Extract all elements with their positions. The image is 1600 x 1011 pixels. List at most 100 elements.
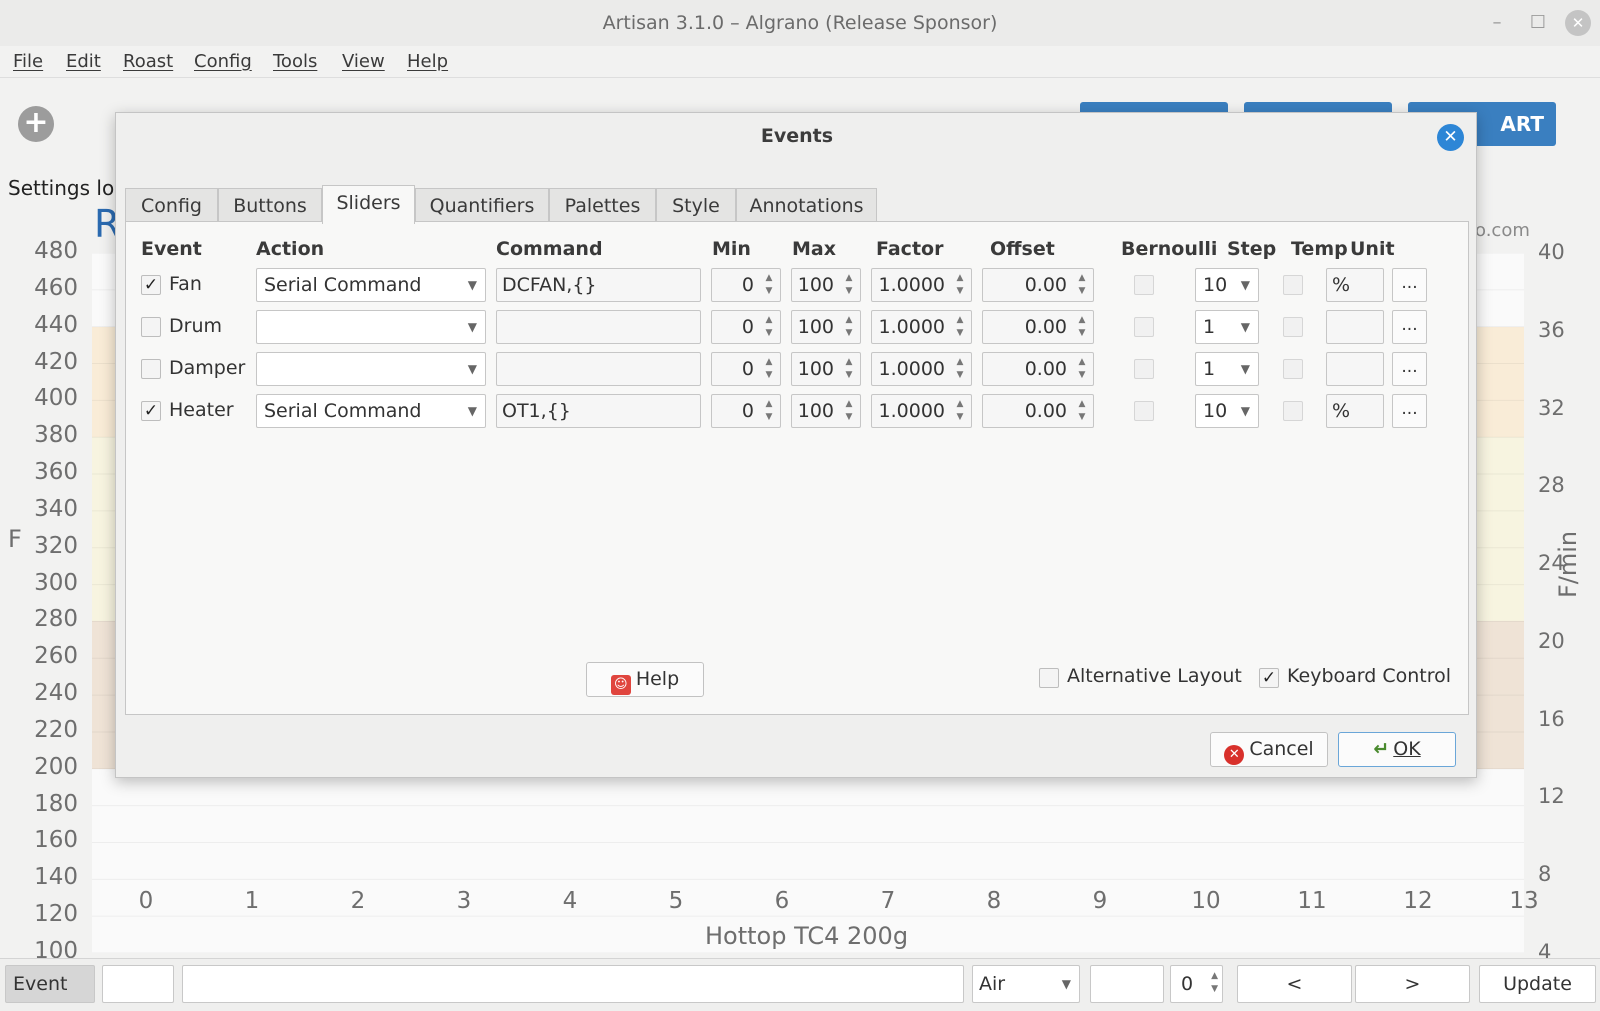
fan-action-select[interactable]: Serial Command ▼ — [256, 268, 486, 302]
tab-buttons[interactable]: Buttons — [218, 188, 322, 223]
previous-event-button[interactable]: < — [1237, 965, 1352, 1003]
heater-more-button[interactable]: ... — [1392, 394, 1427, 428]
fan-more-button[interactable]: ... — [1392, 268, 1427, 302]
window-close-button[interactable]: ✕ — [1565, 10, 1591, 36]
alternative-layout-checkbox[interactable] — [1039, 668, 1059, 688]
keyboard-control-checkbox[interactable]: ✓ — [1259, 668, 1279, 688]
cancel-button[interactable]: ✕ Cancel — [1210, 732, 1328, 767]
fan-step-select[interactable]: 10 ▼ — [1195, 268, 1259, 302]
tab-style[interactable]: Style — [656, 188, 736, 223]
tab-sliders[interactable]: Sliders — [322, 185, 415, 224]
tab-quantifiers[interactable]: Quantifiers — [415, 188, 549, 223]
fan-min-stepper[interactable]: 0 ▲ ▼ — [711, 268, 781, 302]
heater-min-stepper[interactable]: 0 ▲ ▼ — [711, 394, 781, 428]
drum-bernoulli-checkbox[interactable] — [1134, 317, 1154, 337]
menu-config[interactable]: Config — [194, 51, 252, 72]
checkmark-icon: ✓ — [143, 401, 159, 421]
spin-arrows-icon: ▲ ▼ — [1078, 315, 1086, 338]
drum-unit-input[interactable] — [1326, 310, 1384, 344]
y2-tick-label: 40 — [1538, 240, 1565, 264]
fan-max-stepper[interactable]: 100 ▲ ▼ — [791, 268, 861, 302]
tab-palettes[interactable]: Palettes — [549, 188, 656, 223]
close-icon[interactable]: ✕ — [1437, 124, 1464, 151]
drum-command-input[interactable] — [496, 310, 701, 344]
fan-min-value: 0 — [741, 274, 754, 296]
damper-action-select[interactable]: ▼ — [256, 352, 486, 386]
keyboard-control-label: Keyboard Control — [1287, 665, 1452, 687]
window-title: Artisan 3.1.0 – Algrano (Release Sponsor… — [602, 12, 998, 34]
damper-unit-input[interactable] — [1326, 352, 1384, 386]
drum-step-select[interactable]: 1 ▼ — [1195, 310, 1259, 344]
damper-temp-checkbox[interactable] — [1283, 359, 1303, 379]
heater-factor-stepper[interactable]: 1.0000 ▲ ▼ — [871, 394, 972, 428]
event-type-select[interactable]: Air ▼ — [972, 965, 1080, 1003]
heater-command-input[interactable]: OT1,{} — [496, 394, 701, 428]
menu-help[interactable]: Help — [407, 51, 448, 72]
minimize-button[interactable]: – — [1484, 10, 1510, 36]
drum-action-select[interactable]: ▼ — [256, 310, 486, 344]
damper-max-value: 100 — [797, 358, 834, 380]
fan-bernoulli-checkbox[interactable] — [1134, 275, 1154, 295]
sponsor-url-fragment: o.com — [1475, 220, 1530, 241]
drum-min-value: 0 — [741, 316, 754, 338]
fan-unit-input[interactable]: % — [1326, 268, 1384, 302]
event-value-field[interactable] — [1090, 965, 1164, 1003]
menu-roast[interactable]: Roast — [123, 51, 173, 72]
menu-tools[interactable]: Tools — [273, 51, 317, 72]
damper-factor-stepper[interactable]: 1.0000 ▲ ▼ — [871, 352, 972, 386]
damper-command-input[interactable] — [496, 352, 701, 386]
y-tick-label: 380 — [34, 422, 78, 449]
fan-temp-checkbox[interactable] — [1283, 275, 1303, 295]
damper-min-stepper[interactable]: 0 ▲ ▼ — [711, 352, 781, 386]
heater-action-select[interactable]: Serial Command ▼ — [256, 394, 486, 428]
fan-offset-stepper[interactable]: 0.00 ▲ ▼ — [982, 268, 1094, 302]
maximize-button[interactable]: ☐ — [1525, 10, 1551, 36]
fan-offset-value: 0.00 — [1024, 274, 1067, 296]
x-tick-label: 11 — [1297, 888, 1327, 914]
plus-circle-icon[interactable]: + — [18, 106, 54, 142]
drum-more-button[interactable]: ... — [1392, 310, 1427, 344]
heater-offset-stepper[interactable]: 0.00 ▲ ▼ — [982, 394, 1094, 428]
help-button[interactable]: ☺ Help — [586, 662, 704, 697]
heater-step-select[interactable]: 10 ▼ — [1195, 394, 1259, 428]
drum-min-stepper[interactable]: 0 ▲ ▼ — [711, 310, 781, 344]
damper-bernoulli-checkbox[interactable] — [1134, 359, 1154, 379]
damper-more-button[interactable]: ... — [1392, 352, 1427, 386]
spin-arrows-icon: ▲ ▼ — [1078, 357, 1086, 380]
spin-arrows-icon: ▲ ▼ — [845, 273, 853, 296]
event-value-stepper[interactable]: 0 ▲ ▼ — [1170, 965, 1223, 1003]
drum-temp-checkbox[interactable] — [1283, 317, 1303, 337]
drum-factor-stepper[interactable]: 1.0000 ▲ ▼ — [871, 310, 972, 344]
menu-file[interactable]: File — [13, 51, 43, 72]
drum-offset-stepper[interactable]: 0.00 ▲ ▼ — [982, 310, 1094, 344]
fan-command-input[interactable]: DCFAN,{} — [496, 268, 701, 302]
tab-annotations[interactable]: Annotations — [736, 188, 877, 223]
ok-button[interactable]: ↵ OK — [1338, 732, 1456, 767]
heater-enable-checkbox[interactable]: ✓ — [141, 401, 161, 421]
tab-config[interactable]: Config — [125, 188, 218, 223]
fan-factor-stepper[interactable]: 1.0000 ▲ ▼ — [871, 268, 972, 302]
menu-edit[interactable]: Edit — [66, 51, 101, 72]
spin-arrows-icon: ▲ ▼ — [845, 357, 853, 380]
y-axis-label: F — [8, 525, 22, 553]
heater-temp-checkbox[interactable] — [1283, 401, 1303, 421]
next-event-button[interactable]: > — [1355, 965, 1470, 1003]
event-description-field[interactable] — [182, 965, 964, 1003]
damper-enable-checkbox[interactable] — [141, 359, 161, 379]
damper-max-stepper[interactable]: 100 ▲ ▼ — [791, 352, 861, 386]
drum-max-stepper[interactable]: 100 ▲ ▼ — [791, 310, 861, 344]
fan-enable-checkbox[interactable]: ✓ — [141, 275, 161, 295]
damper-offset-stepper[interactable]: 0.00 ▲ ▼ — [982, 352, 1094, 386]
heater-bernoulli-checkbox[interactable] — [1134, 401, 1154, 421]
heater-max-stepper[interactable]: 100 ▲ ▼ — [791, 394, 861, 428]
spin-arrows-icon: ▲ ▼ — [765, 273, 773, 296]
damper-step-select[interactable]: 1 ▼ — [1195, 352, 1259, 386]
drum-max-value: 100 — [797, 316, 834, 338]
event-time-field[interactable] — [102, 965, 174, 1003]
ok-check-icon: ↵ — [1373, 738, 1390, 760]
menu-view[interactable]: View — [342, 51, 385, 72]
heater-unit-input[interactable]: % — [1326, 394, 1384, 428]
spin-arrows-icon: ▲ ▼ — [845, 399, 853, 422]
drum-enable-checkbox[interactable] — [141, 317, 161, 337]
update-event-button[interactable]: Update — [1479, 965, 1596, 1003]
